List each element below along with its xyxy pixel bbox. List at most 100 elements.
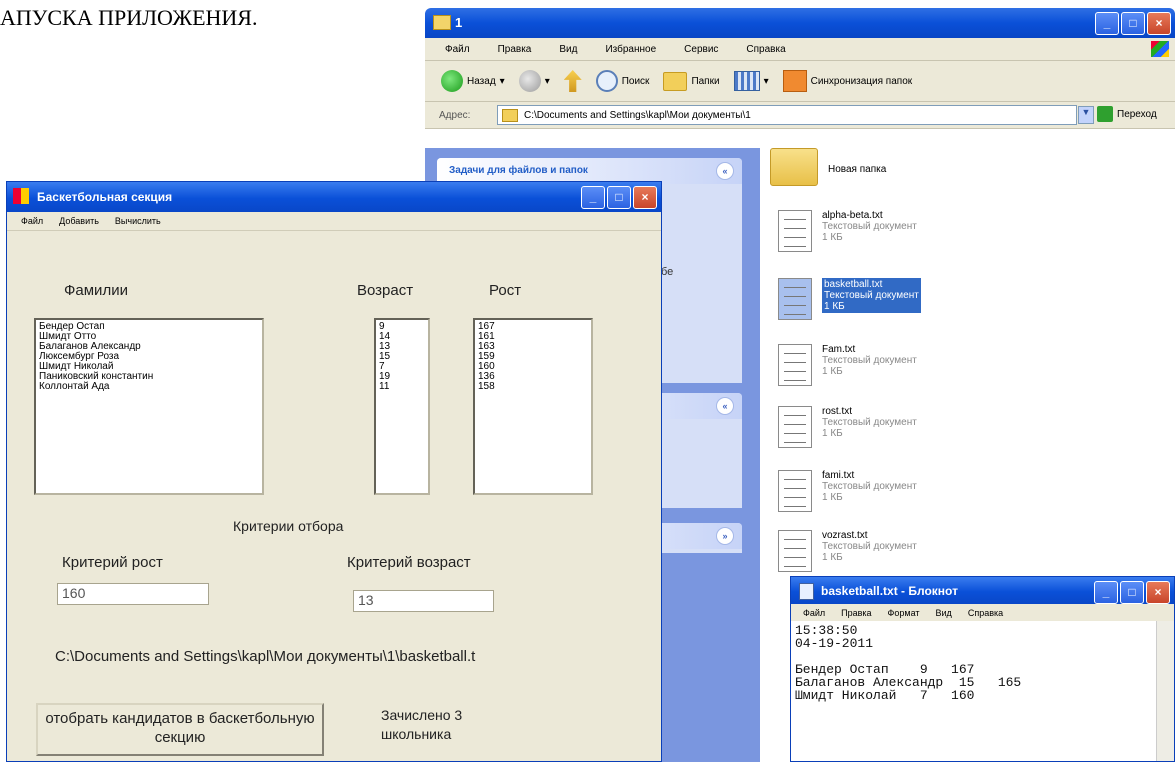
sync-button[interactable]: Синхронизация папок <box>782 70 913 92</box>
menu-compute[interactable]: Вычислить <box>115 216 161 226</box>
menu-file[interactable]: Файл <box>803 608 825 618</box>
close-button[interactable]: × <box>1147 12 1171 35</box>
criteria-height-input[interactable]: 160 <box>57 583 209 605</box>
list-item[interactable]: Коллонтай Ада <box>39 382 259 392</box>
criteria-age-label: Критерий возраст <box>347 554 471 571</box>
text-line: Шмидт Николай 7 160 <box>795 688 975 703</box>
menu-help[interactable]: Справка <box>746 44 785 55</box>
file-item-fam[interactable]: Fam.txt Текстовый документ 1 КБ <box>778 344 917 386</box>
maximize-button[interactable]: □ <box>1121 12 1145 35</box>
text-document-icon <box>778 344 812 386</box>
file-item-vozrast[interactable]: vozrast.txt Текстовый документ 1 КБ <box>778 530 917 572</box>
app-menubar: Файл Добавить Вычислить <box>7 212 661 231</box>
menu-format[interactable]: Формат <box>888 608 920 618</box>
views-button[interactable]: ▾ <box>733 71 769 91</box>
app-titlebar[interactable]: Баскетбольная секция _ □ × <box>7 182 661 212</box>
file-item-rost[interactable]: rost.txt Текстовый документ 1 КБ <box>778 406 917 448</box>
address-input[interactable]: C:\Documents and Settings\kapl\Мои докум… <box>497 105 1077 125</box>
age-label: Возраст <box>357 282 414 299</box>
back-button[interactable]: Назад ▾ <box>441 70 505 92</box>
notepad-titlebar[interactable]: basketball.txt - Блокнот _ □ × <box>791 577 1174 604</box>
menu-add[interactable]: Добавить <box>59 216 99 226</box>
minimize-button[interactable]: _ <box>581 186 605 209</box>
file-type: Текстовый документ <box>822 481 917 492</box>
folder-icon <box>502 108 518 122</box>
collapse-icon[interactable]: « <box>716 397 734 415</box>
notepad-text-area[interactable]: 15:38:50 04-19-2011 Бендер Остап 9 167 Бал… <box>791 621 1174 705</box>
folders-button[interactable]: Папки <box>663 71 720 91</box>
go-button[interactable]: Переход <box>1097 106 1157 122</box>
text-line: 04-19-2011 <box>795 636 874 651</box>
chevron-down-icon: ▾ <box>499 75 505 87</box>
menu-view[interactable]: Вид <box>936 608 952 618</box>
up-button[interactable] <box>563 70 582 92</box>
minimize-button[interactable]: _ <box>1094 581 1118 604</box>
text-document-icon <box>778 470 812 512</box>
notepad-window: basketball.txt - Блокнот _ □ × Файл Прав… <box>790 576 1175 762</box>
file-size: 1 КБ <box>824 301 845 312</box>
criteria-age-input[interactable]: 13 <box>353 590 494 612</box>
explorer-title: 1 <box>455 15 463 30</box>
list-item[interactable]: 15 <box>379 352 425 362</box>
file-item-basketball[interactable]: basketball.txt Текстовый документ 1 КБ <box>778 278 921 320</box>
file-item-fami[interactable]: fami.txt Текстовый документ 1 КБ <box>778 470 917 512</box>
close-button[interactable]: × <box>1146 581 1170 604</box>
folders-icon <box>663 71 688 91</box>
minimize-button[interactable]: _ <box>1095 12 1119 35</box>
basketball-app-window: Баскетбольная секция _ □ × Файл Добавить… <box>6 181 662 762</box>
file-type: Текстовый документ <box>822 541 917 552</box>
address-dropdown-button[interactable]: ▼ <box>1078 106 1094 124</box>
search-button[interactable]: Поиск <box>595 70 649 92</box>
explorer-titlebar[interactable]: 1 _ □ × <box>425 8 1175 38</box>
age-listbox[interactable]: 9 14 13 15 7 19 11 <box>374 318 430 495</box>
maximize-button[interactable]: □ <box>1120 581 1144 604</box>
surnames-label: Фамилии <box>64 282 128 299</box>
menu-file[interactable]: Файл <box>445 44 470 55</box>
notepad-title: basketball.txt - Блокнот <box>821 584 958 598</box>
menu-edit[interactable]: Правка <box>841 608 871 618</box>
file-name: Fam.txt <box>822 344 856 355</box>
expand-icon[interactable]: » <box>716 527 734 545</box>
menu-favorites[interactable]: Избранное <box>605 44 656 55</box>
file-name: alpha-beta.txt <box>822 210 883 221</box>
criteria-label: Критерии отбора <box>233 518 344 534</box>
menu-help[interactable]: Справка <box>968 608 1003 618</box>
collapse-icon[interactable]: « <box>716 162 734 180</box>
page-heading: АПУСКА ПРИЛОЖЕНИЯ. <box>0 5 258 30</box>
text-document-icon <box>778 406 812 448</box>
forward-button[interactable]: ▾ <box>518 70 550 92</box>
file-size: 1 КБ <box>822 492 843 503</box>
text-document-icon <box>778 210 812 252</box>
surnames-listbox[interactable]: Бендер Остап Шмидт Отто Балаганов Алекса… <box>34 318 264 495</box>
menu-tools[interactable]: Сервис <box>684 44 718 55</box>
maximize-button[interactable]: □ <box>607 186 631 209</box>
chevron-down-icon: ▾ <box>544 75 550 87</box>
file-name: Новая папка <box>828 164 887 175</box>
menu-edit[interactable]: Правка <box>498 44 532 55</box>
folder-icon <box>433 15 451 30</box>
file-item-new-folder[interactable]: Новая папка <box>770 148 886 186</box>
file-item-alpha-beta[interactable]: alpha-beta.txt Текстовый документ 1 КБ <box>778 210 917 252</box>
vertical-scrollbar[interactable] <box>1156 621 1174 761</box>
address-label: Адрес: <box>439 109 471 121</box>
back-arrow-icon <box>441 70 463 92</box>
address-bar: Адрес: C:\Documents and Settings\kapl\Мо… <box>425 102 1175 129</box>
criteria-height-label: Критерий рост <box>62 554 163 571</box>
close-button[interactable]: × <box>633 186 657 209</box>
list-item[interactable]: 158 <box>478 382 588 392</box>
sync-label: Синхронизация папок <box>810 75 913 87</box>
select-candidates-button[interactable]: отобрать кандидатов в баскетбольную секц… <box>36 703 324 756</box>
file-size: 1 КБ <box>822 232 843 243</box>
file-name: rost.txt <box>822 406 853 417</box>
task-panel-title: Задачи для файлов и папок <box>449 165 588 176</box>
file-type: Текстовый документ <box>822 355 917 366</box>
file-name: fami.txt <box>822 470 855 481</box>
explorer-menubar: Файл Правка Вид Избранное Сервис Справка <box>425 38 1175 61</box>
folders-label: Папки <box>691 75 720 87</box>
text-document-icon <box>778 530 812 572</box>
menu-file[interactable]: Файл <box>21 216 43 226</box>
menu-view[interactable]: Вид <box>559 44 577 55</box>
height-listbox[interactable]: 167 161 163 159 160 136 158 <box>473 318 593 495</box>
list-item[interactable]: 11 <box>379 382 425 392</box>
file-path-label: C:\Documents and Settings\kapl\Мои докум… <box>55 648 476 665</box>
